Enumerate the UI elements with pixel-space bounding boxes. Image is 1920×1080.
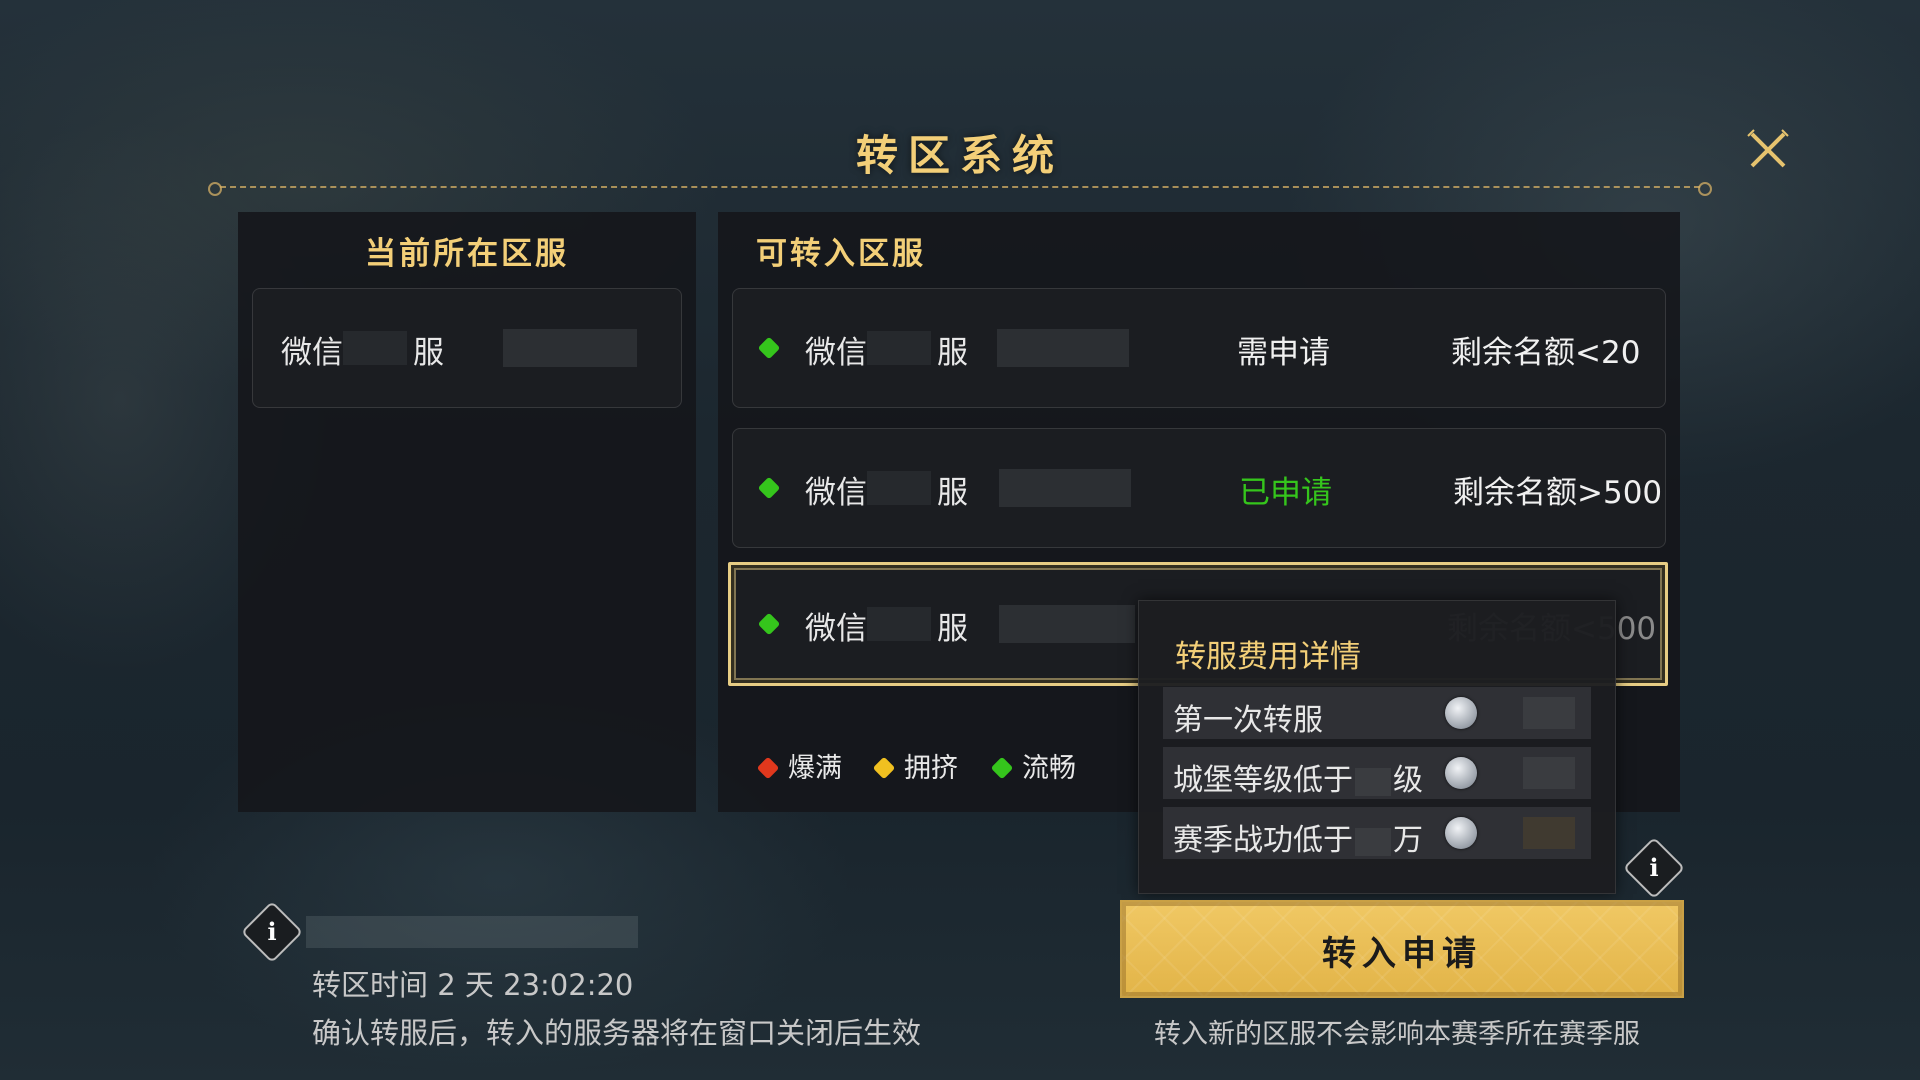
silver-coin-icon [1445, 817, 1477, 849]
fee-details-popup: 转服费用详情 第一次转服 城堡等级低于级 赛季战功低于万 [1138, 600, 1616, 894]
transfer-time-label: 转区时间 [312, 968, 429, 1002]
legend-smooth: 流畅 [1022, 753, 1076, 784]
fee-row: 城堡等级低于级 [1163, 747, 1591, 799]
redacted-fee-amount [1523, 757, 1575, 789]
redacted-level [1355, 767, 1391, 796]
silver-coin-icon [1445, 697, 1477, 729]
current-server-card: 微信 服 [252, 288, 682, 408]
server-prefix: 微信 [805, 335, 867, 371]
redacted-fee-amount [1523, 817, 1575, 849]
load-indicator-icon [757, 612, 781, 636]
load-indicator-icon [757, 476, 781, 500]
silver-coin-icon [1445, 757, 1477, 789]
load-indicator-icon [757, 336, 781, 360]
season-notice: 转入新的区服不会影响本赛季所在赛季服 [1154, 1019, 1640, 1050]
fee-label: 城堡等级低于级 [1173, 763, 1423, 798]
full-load-icon [756, 756, 780, 780]
redacted-info-text [306, 916, 638, 948]
redacted-server-name [997, 329, 1129, 367]
fee-row: 第一次转服 [1163, 687, 1591, 739]
transfer-time: 转区时间 2 天 23:02:20 [312, 962, 633, 1004]
fee-label: 第一次转服 [1173, 703, 1323, 738]
redacted-server-number [343, 331, 407, 365]
crowded-load-icon [872, 756, 896, 780]
fee-row: 赛季战功低于万 [1163, 807, 1591, 859]
close-icon[interactable] [1746, 128, 1790, 172]
redacted-server-name [503, 329, 637, 367]
apply-button-label: 转入申请 [1322, 934, 1482, 974]
server-suffix: 服 [937, 475, 968, 511]
redacted-amount [1355, 827, 1391, 856]
redacted-server-number [867, 331, 931, 365]
server-suffix: 服 [937, 611, 968, 647]
redacted-server-number [867, 607, 931, 641]
redacted-fee-amount [1523, 697, 1575, 729]
server-prefix: 微信 [805, 475, 867, 511]
legend-full: 爆满 [788, 753, 842, 784]
current-server-heading: 当前所在区服 [365, 236, 569, 272]
redacted-server-number [867, 471, 931, 505]
transfer-notice: 确认转服后，转入的服务器将在窗口关闭后生效 [312, 1016, 922, 1050]
apply-status: 已申请 [1239, 475, 1332, 511]
current-server-panel: 当前所在区服 微信 服 [238, 212, 696, 812]
remaining-quota: 剩余名额<20 [1451, 335, 1641, 371]
title-divider [208, 182, 1712, 196]
apply-status: 需申请 [1237, 335, 1330, 371]
server-row[interactable]: 微信 服 需申请 剩余名额<20 [732, 288, 1666, 408]
redacted-server-name [999, 469, 1131, 507]
redacted-server-name [999, 605, 1135, 643]
fee-popup-title: 转服费用详情 [1175, 639, 1361, 675]
server-prefix: 微信 [281, 335, 343, 371]
available-servers-heading: 可转入区服 [756, 236, 926, 272]
server-row[interactable]: 微信 服 已申请 剩余名额>500 [732, 428, 1666, 548]
transfer-time-value: 2 天 23:02:20 [437, 968, 634, 1002]
smooth-load-icon [990, 756, 1014, 780]
remaining-quota: 剩余名额>500 [1453, 475, 1663, 511]
server-suffix: 服 [937, 335, 968, 371]
page-title: 转区系统 [855, 131, 1064, 180]
legend-crowded: 拥挤 [904, 753, 958, 784]
apply-transfer-button[interactable]: 转入申请 [1120, 900, 1684, 998]
server-prefix: 微信 [805, 611, 867, 647]
fee-label: 赛季战功低于万 [1173, 823, 1423, 858]
server-suffix: 服 [413, 335, 444, 371]
